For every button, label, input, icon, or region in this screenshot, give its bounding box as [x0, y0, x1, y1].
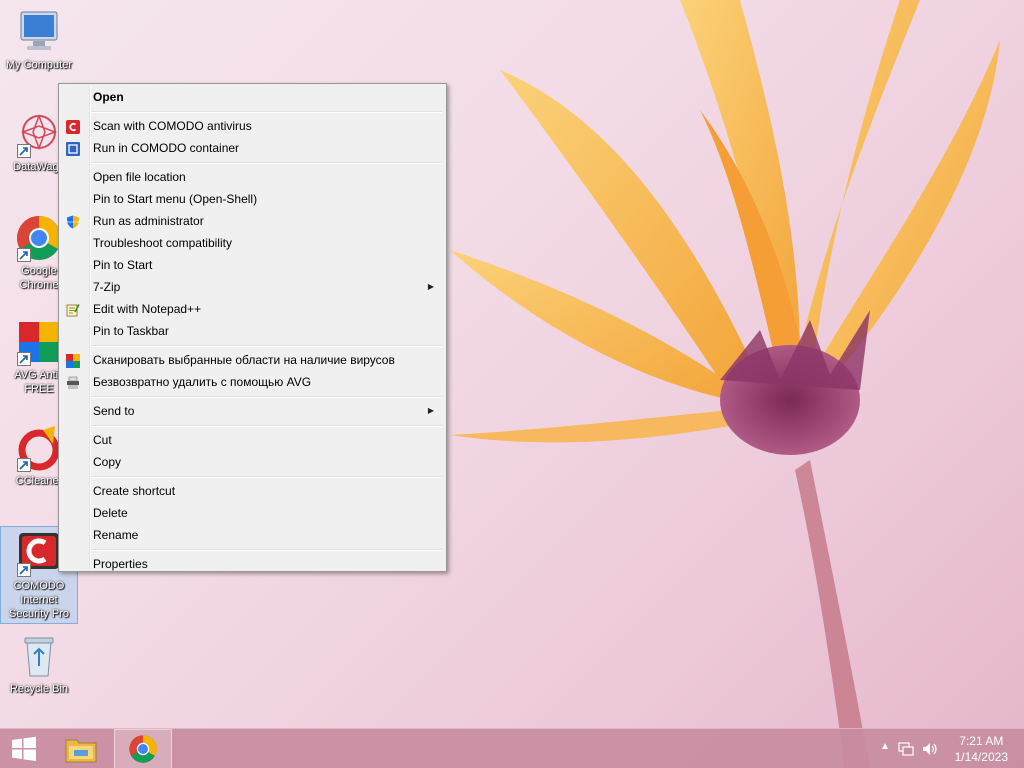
menu-item-label: Open	[93, 90, 124, 104]
network-icon[interactable]	[898, 741, 914, 757]
menu-item-label: Send to	[93, 404, 135, 418]
desktop-icon-label: Recycle Bin	[9, 683, 69, 695]
menu-item-label: Run in COMODO container	[93, 141, 240, 155]
menu-item-create-shortcut[interactable]: Create shortcut	[61, 480, 444, 502]
menu-item-pin-to-taskbar[interactable]: Pin to Taskbar	[61, 320, 444, 342]
menu-item-open[interactable]: Open	[61, 86, 444, 108]
menu-separator	[61, 159, 444, 166]
menu-item-label: Безвозвратно удалить с помощью AVG	[93, 375, 312, 389]
clock[interactable]: 7:21 AM 1/14/2023	[955, 733, 1008, 765]
volume-icon[interactable]	[922, 741, 938, 757]
context-menu: Open Scan with COMODO antivirus Run in C…	[58, 83, 447, 572]
menu-separator	[61, 393, 444, 400]
comodo-scan-icon	[66, 119, 80, 134]
menu-item-label: Scan with COMODO antivirus	[93, 119, 252, 133]
menu-item-edit-notepadpp[interactable]: Edit with Notepad++	[61, 298, 444, 320]
menu-item-label: Pin to Start	[93, 258, 153, 272]
menu-item-label: 7-Zip	[93, 280, 121, 294]
notepadpp-icon	[66, 302, 80, 317]
folder-icon	[65, 739, 97, 763]
taskbar-file-explorer[interactable]	[57, 729, 105, 768]
desktop-icon-my-computer[interactable]: My Computer	[0, 8, 78, 72]
menu-item-run-as-administrator[interactable]: Run as administrator	[61, 210, 444, 232]
menu-separator	[61, 342, 444, 349]
comodo-container-icon	[66, 141, 80, 156]
avg-scan-icon	[66, 353, 80, 368]
menu-item-cut[interactable]: Cut	[61, 429, 444, 451]
menu-item-pin-start-openshell[interactable]: Pin to Start menu (Open-Shell)	[61, 188, 444, 210]
shortcut-arrow-icon	[17, 563, 31, 577]
menu-item-label: Edit with Notepad++	[93, 302, 202, 316]
menu-separator	[61, 422, 444, 429]
desktop-icon-label: My Computer	[5, 59, 73, 71]
shortcut-arrow-icon	[17, 352, 31, 366]
menu-item-label: Open file location	[93, 170, 186, 184]
taskbar: ▲ 7:21 AM 1/14/2023	[0, 728, 1024, 768]
menu-item-label: Create shortcut	[93, 484, 176, 498]
recycle-bin-icon	[24, 637, 54, 677]
menu-item-avg-shred[interactable]: Безвозвратно удалить с помощью AVG	[61, 371, 444, 393]
desktop-icon-recycle-bin[interactable]: Recycle Bin	[0, 632, 78, 696]
menu-item-label: Pin to Taskbar	[93, 324, 169, 338]
uac-shield-icon	[66, 214, 80, 229]
clock-time: 7:21 AM	[959, 734, 1004, 748]
menu-item-label: Pin to Start menu (Open-Shell)	[93, 192, 258, 206]
submenu-arrow-icon: ▶	[427, 406, 434, 415]
menu-separator	[61, 108, 444, 115]
desktop-icon-label: COMODO Internet Security Pro	[9, 580, 69, 620]
menu-item-label: Run as administrator	[93, 214, 204, 228]
menu-item-properties[interactable]: Properties	[61, 553, 444, 575]
clock-date: 1/14/2023	[954, 750, 1008, 764]
chrome-icon	[129, 735, 157, 763]
menu-item-pin-to-start[interactable]: Pin to Start	[61, 254, 444, 276]
menu-item-run-comodo-container[interactable]: Run in COMODO container	[61, 137, 444, 159]
tray-overflow-icon[interactable]: ▲	[880, 741, 890, 752]
menu-item-rename[interactable]: Rename	[61, 524, 444, 546]
menu-item-label: Properties	[93, 557, 148, 571]
menu-separator	[61, 473, 444, 480]
computer-icon	[20, 11, 58, 50]
menu-item-label: Copy	[93, 455, 122, 469]
menu-item-label: Сканировать выбранные области на наличие…	[93, 353, 395, 367]
taskbar-google-chrome[interactable]	[114, 729, 172, 768]
menu-item-open-file-location[interactable]: Open file location	[61, 166, 444, 188]
menu-item-send-to[interactable]: Send to ▶	[61, 400, 444, 422]
menu-item-label: Rename	[93, 528, 139, 542]
system-tray: ▲ 7:21 AM 1/14/2023	[864, 729, 1024, 768]
menu-item-delete[interactable]: Delete	[61, 502, 444, 524]
shortcut-arrow-icon	[17, 458, 31, 472]
menu-item-scan-comodo[interactable]: Scan with COMODO antivirus	[61, 115, 444, 137]
submenu-arrow-icon: ▶	[427, 282, 434, 291]
menu-item-copy[interactable]: Copy	[61, 451, 444, 473]
menu-item-label: Delete	[93, 506, 128, 520]
shortcut-arrow-icon	[17, 248, 31, 262]
windows-logo-icon	[12, 736, 36, 761]
menu-item-troubleshoot-compatibility[interactable]: Troubleshoot compatibility	[61, 232, 444, 254]
shredder-icon	[66, 375, 80, 389]
shortcut-arrow-icon	[17, 144, 31, 158]
menu-item-label: Cut	[93, 433, 112, 447]
menu-item-avg-scan[interactable]: Сканировать выбранные области на наличие…	[61, 349, 444, 371]
menu-item-7zip[interactable]: 7-Zip ▶	[61, 276, 444, 298]
start-button[interactable]	[0, 729, 48, 768]
menu-item-label: Troubleshoot compatibility	[93, 236, 232, 250]
menu-separator	[61, 546, 444, 553]
